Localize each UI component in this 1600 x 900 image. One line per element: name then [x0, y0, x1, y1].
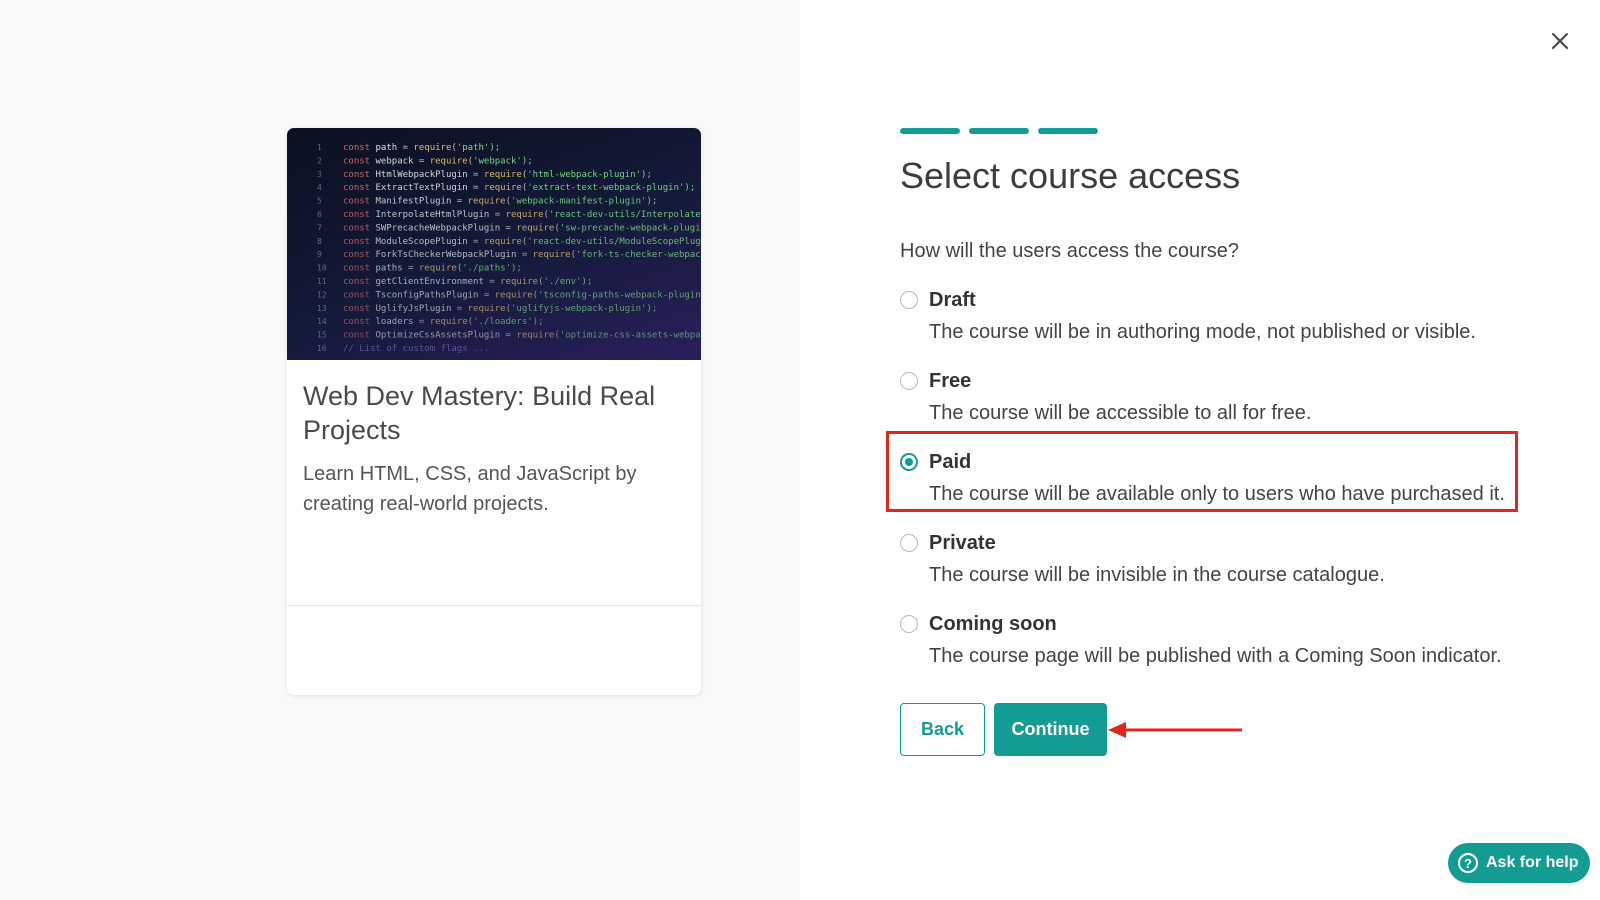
annotation-arrow-icon — [1108, 722, 1242, 738]
progress-step — [969, 128, 1029, 134]
code-line-number: 7 — [317, 223, 322, 232]
code-line-number: 8 — [317, 237, 322, 246]
code-line-number: 9 — [317, 250, 322, 259]
code-line: const ForkTsCheckerWebpackPlugin = requi… — [343, 250, 701, 260]
option-description: The course page will be published with a… — [929, 645, 1502, 667]
option-coming-soon[interactable]: Coming soon The course page will be publ… — [900, 610, 1520, 680]
course-title: Web Dev Mastery: Build Real Projects — [303, 381, 656, 445]
code-line-number: 11 — [317, 277, 327, 286]
option-description: The course will be invisible in the cour… — [929, 564, 1385, 586]
code-line-number: 13 — [317, 304, 327, 313]
card-divider — [287, 605, 701, 606]
continue-button[interactable]: Continue — [994, 703, 1107, 756]
code-line: const ModuleScopePlugin = require('react… — [343, 237, 701, 247]
radio-paid[interactable] — [900, 453, 918, 471]
code-line: const HtmlWebpackPlugin = require('html-… — [343, 170, 652, 180]
option-draft[interactable]: Draft The course will be in authoring mo… — [900, 286, 1520, 356]
code-line: const SWPrecacheWebpackPlugin = require(… — [343, 223, 701, 233]
page-title: Select course access — [900, 155, 1241, 196]
code-line-number: 3 — [317, 170, 322, 179]
course-card: 1 const path = require('path'); 2 const web… — [287, 128, 701, 695]
access-question: How will the users access the course? — [900, 240, 1240, 262]
code-line: // List of custom flags ... — [343, 344, 489, 354]
option-private[interactable]: Private The course will be invisible in … — [900, 529, 1520, 599]
progress-step — [900, 128, 960, 134]
option-label: Coming soon — [929, 613, 1057, 635]
close-icon[interactable] — [1547, 28, 1573, 54]
option-label: Private — [929, 532, 996, 554]
code-line-number: 15 — [317, 331, 327, 340]
code-line: const ManifestPlugin = require('webpack-… — [343, 197, 657, 207]
code-line-number: 1 — [317, 143, 322, 152]
radio-private[interactable] — [900, 534, 918, 552]
code-line: const ExtractTextPlugin = require('extra… — [343, 183, 695, 193]
option-label: Free — [929, 370, 972, 392]
option-description: The course will be accessible to all for… — [929, 402, 1312, 424]
code-line: const UglifyJsPlugin = require('uglifyjs… — [343, 304, 657, 314]
code-line: const TsconfigPathsPlugin = require('tsc… — [343, 290, 701, 300]
option-description: The course will be available only to use… — [929, 483, 1505, 505]
code-line-number: 5 — [317, 197, 322, 206]
wizard-progress — [900, 128, 1098, 134]
code-line-number: 2 — [317, 156, 322, 165]
code-line: const getClientEnvironment = require('./… — [343, 277, 592, 287]
radio-coming-soon[interactable] — [900, 615, 918, 633]
code-line-number: 12 — [317, 290, 327, 299]
course-thumbnail: 1 const path = require('path'); 2 const web… — [287, 128, 701, 360]
ask-for-help-button[interactable]: ? Ask for help — [1448, 843, 1590, 883]
code-line: const paths = require('./paths'); — [343, 264, 522, 274]
option-label: Draft — [929, 289, 976, 311]
course-description: Learn HTML, CSS, and JavaScript by creat… — [303, 463, 637, 515]
option-description: The course will be in authoring mode, no… — [929, 321, 1476, 343]
course-preview-pane: 1 const path = require('path'); 2 const web… — [0, 0, 800, 900]
code-line: const loaders = require('./loaders'); — [343, 317, 544, 327]
code-line-number: 14 — [317, 317, 327, 326]
option-free[interactable]: Free The course will be accessible to al… — [900, 367, 1520, 437]
code-screenshot-image: 1 const path = require('path'); 2 const web… — [317, 143, 701, 354]
code-line: const path = require('path'); — [343, 143, 500, 153]
code-line-number: 4 — [317, 183, 322, 192]
radio-free[interactable] — [900, 372, 918, 390]
progress-step — [1038, 128, 1098, 134]
code-line-number: 6 — [317, 210, 322, 219]
help-label: Ask for help — [1486, 854, 1579, 871]
option-label: Paid — [929, 451, 972, 473]
code-line: const webpack = require('webpack'); — [343, 156, 533, 166]
back-button[interactable]: Back — [900, 703, 985, 756]
code-line: const InterpolateHtmlPlugin = require('r… — [343, 210, 701, 220]
code-line: const OptimizeCssAssetsPlugin = require(… — [343, 331, 701, 341]
code-line-number: 10 — [317, 264, 327, 273]
option-paid[interactable]: Paid The course will be available only t… — [900, 448, 1520, 518]
code-line-number: 16 — [317, 344, 327, 353]
radio-draft[interactable] — [900, 291, 918, 309]
question-circle-icon: ? — [1458, 853, 1478, 873]
